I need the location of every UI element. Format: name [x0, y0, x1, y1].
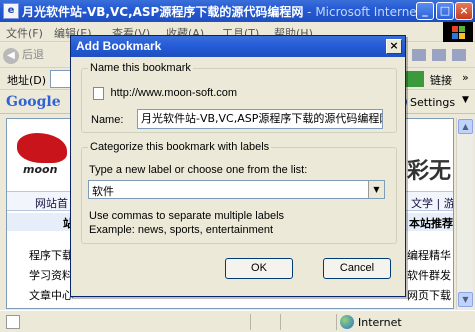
- dragon-icon: [17, 133, 67, 163]
- site-logo[interactable]: moon: [13, 133, 77, 177]
- dialog-close-button[interactable]: ×: [386, 39, 402, 54]
- vertical-scrollbar[interactable]: ▲ ▼: [456, 118, 473, 309]
- google-text: Google: [6, 94, 61, 110]
- page-link[interactable]: 网页下载: [407, 287, 451, 303]
- menu-file[interactable]: 文件(F): [6, 25, 43, 41]
- go-arrow-icon[interactable]: [406, 71, 424, 87]
- chevron-down-icon[interactable]: ▼: [368, 181, 384, 198]
- browser-titlebar: e 月光软件站-VB,VC,ASP源程序下载的源代码编程网 - Microsof…: [0, 0, 475, 22]
- label-hint: Type a new label or choose one from the …: [89, 164, 308, 176]
- scroll-up-icon[interactable]: ▲: [458, 119, 473, 134]
- nav-right-links[interactable]: 文学 | 游戏: [411, 195, 453, 211]
- minimize-button[interactable]: _: [416, 2, 434, 20]
- label-combobox[interactable]: 软件 ▼: [88, 180, 385, 199]
- nav-home-link[interactable]: 网站首: [35, 195, 68, 211]
- ie-icon: e: [3, 3, 19, 19]
- name-label: Name:: [91, 114, 124, 126]
- dialog-titlebar[interactable]: Add Bookmark ×: [71, 36, 405, 57]
- page-link[interactable]: 程序下载: [29, 247, 73, 263]
- back-button[interactable]: ◀ 后退: [3, 46, 44, 64]
- internet-globe-icon: [340, 315, 354, 329]
- status-divider: [280, 314, 281, 330]
- page-icon: [6, 315, 20, 329]
- page-link[interactable]: 文章中心: [29, 287, 73, 303]
- browser-title: 月光软件站-VB,VC,ASP源程序下载的源代码编程网 - Microsoft …: [22, 3, 433, 20]
- title-suffix: - Microsoft Internet E: [303, 5, 433, 19]
- links-label[interactable]: 链接: [430, 72, 452, 88]
- help-text-example: Example: news, sports, entertainment: [89, 224, 274, 236]
- status-divider: [250, 314, 251, 330]
- maximize-button[interactable]: □: [436, 2, 454, 20]
- help-text-commas: Use commas to separate multiple labels: [89, 210, 285, 222]
- bookmark-url: http://www.moon-soft.com: [93, 86, 237, 100]
- status-divider: [336, 314, 337, 330]
- chevron-down-icon[interactable]: ▼: [462, 95, 469, 105]
- address-label: 地址(D): [7, 74, 47, 87]
- scroll-down-icon[interactable]: ▼: [458, 292, 473, 307]
- security-zone-label: Internet: [358, 316, 402, 329]
- banner-text: 彩无: [407, 159, 452, 184]
- subheader-right: 本站推荐: [409, 217, 453, 230]
- name-group-legend: Name this bookmark: [90, 62, 191, 74]
- add-bookmark-dialog: Add Bookmark × Name this bookmark http:/…: [70, 35, 406, 297]
- status-bar: Internet: [0, 310, 475, 332]
- title-main: 月光软件站-VB,VC,ASP源程序下载的源代码编程网: [22, 5, 304, 19]
- labels-group-legend: Categorize this bookmark with labels: [90, 141, 270, 153]
- toolbar-icon[interactable]: [452, 49, 466, 61]
- url-text: http://www.moon-soft.com: [110, 87, 238, 99]
- back-arrow-icon: ◀: [3, 48, 19, 64]
- name-input[interactable]: 月光软件站-VB,VC,ASP源程序下载的源代码编程网: [137, 109, 383, 129]
- page-link[interactable]: 编程精华: [407, 247, 451, 263]
- logo-text: moon: [23, 163, 58, 176]
- cancel-button[interactable]: Cancel: [323, 258, 391, 279]
- links-chevron-icon[interactable]: »: [462, 71, 469, 84]
- ok-button[interactable]: OK: [225, 258, 293, 279]
- windows-logo-icon: [443, 22, 473, 42]
- back-label: 后退: [22, 48, 44, 61]
- dialog-title: Add Bookmark: [76, 39, 162, 53]
- toolbar-icon[interactable]: [412, 49, 426, 61]
- settings-button[interactable]: Settings: [410, 96, 455, 109]
- close-button[interactable]: ×: [455, 2, 473, 20]
- page-link[interactable]: 学习资料: [29, 267, 73, 283]
- google-logo[interactable]: Google: [6, 94, 61, 110]
- page-link[interactable]: 软件群发: [407, 267, 451, 283]
- label-value: 软件: [92, 185, 114, 198]
- document-icon: [93, 86, 104, 100]
- toolbar-icon[interactable]: [432, 49, 446, 61]
